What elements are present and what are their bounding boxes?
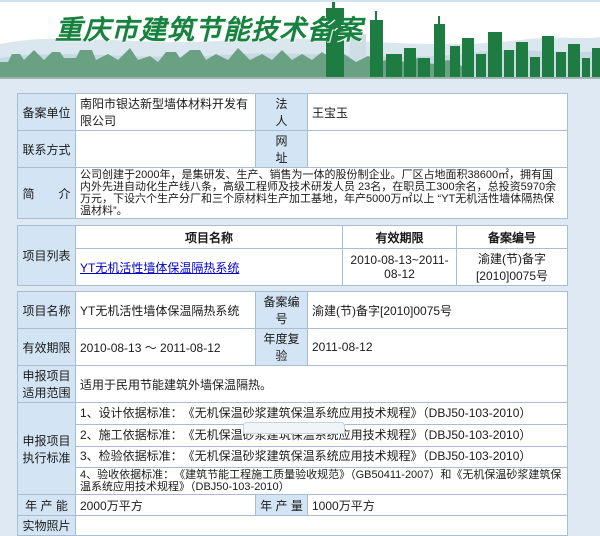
- page-title: 重庆市建筑节能技术备案: [55, 8, 363, 47]
- website-value: [308, 131, 568, 168]
- annual-capacity-label: 年 产 能: [18, 495, 76, 516]
- table-row: 项目列表 项目名称 有效期限 备案编号: [18, 226, 568, 249]
- contact-label: 联系方式: [18, 131, 76, 168]
- standard-text: 4、验收依据标准： 《建筑节能工程施工质量验收规范》（GB50411-2007）…: [80, 469, 563, 493]
- intro-value: 公司创建于2000年，是集研发、生产、销售为一体的股份制企业。厂区占地面积386…: [76, 168, 568, 219]
- page-banner: 重庆市建筑节能技术备案: [0, 0, 600, 77]
- project-name-value: YT无机活性墙体保温隔热系统: [76, 292, 256, 329]
- project-detail-table: 项目名称 YT无机活性墙体保温隔热系统 备案编号 渝建(节)备字[2010]00…: [17, 291, 568, 536]
- table-row: 实物照片: [18, 516, 568, 536]
- table-row: 联系方式 网 址: [18, 131, 568, 168]
- table-row: YT无机活性墙体保温隔热系统 2010-08-13~2011-08-12 渝建(…: [18, 249, 568, 286]
- filing-record: 备案单位 南阳市银达新型墙体材料开发有限公司 法 人 王宝玉 联系方式 网 址 …: [17, 93, 567, 536]
- company-info-table: 备案单位 南阳市银达新型墙体材料开发有限公司 法 人 王宝玉 联系方式 网 址 …: [17, 93, 568, 219]
- project-list-table: 项目列表 项目名称 有效期限 备案编号 YT无机活性墙体保温隔热系统 2010-…: [17, 225, 568, 286]
- photo-value: [76, 516, 568, 536]
- project-period-cell: 2010-08-13~2011-08-12: [343, 249, 457, 286]
- scope-value: 适用于民用节能建筑外墙保温隔热。: [76, 366, 568, 403]
- annual-output-value: 1000万平方: [308, 495, 568, 516]
- annual-review-value: 2011-08-12: [308, 329, 568, 366]
- photo-label: 实物照片: [18, 516, 76, 536]
- bottom-button-sliver[interactable]: [243, 422, 345, 434]
- column-header-period: 有效期限: [343, 226, 457, 249]
- project-list-label: 项目列表: [18, 226, 76, 286]
- contact-value: [76, 131, 256, 168]
- standard-item-4: 4、验收依据标准： 《建筑节能工程施工质量验收规范》（GB50411-2007）…: [76, 468, 568, 495]
- filing-unit-value: 南阳市银达新型墙体材料开发有限公司: [76, 94, 256, 131]
- annual-output-label: 年 产 量: [256, 495, 308, 516]
- valid-period-value: 2010-08-13 ～ 2011-08-12: [76, 329, 256, 366]
- valid-period-label: 有效期限: [18, 329, 76, 366]
- standards-label: 申报项目执行标准: [18, 403, 76, 495]
- table-row: 有效期限 2010-08-13 ～ 2011-08-12 年度复验 2011-0…: [18, 329, 568, 366]
- legal-person-label: 法 人: [256, 94, 308, 131]
- project-number-cell: 渝建(节)备字[2010]0075号: [457, 249, 568, 286]
- table-row: 3、检验依据标准： 《无机保温砂浆建筑保温系统应用技术规程》（DBJ50-103…: [18, 447, 568, 468]
- filing-unit-label: 备案单位: [18, 94, 76, 131]
- record-number-label: 备案编号: [256, 292, 308, 329]
- table-row: 4、验收依据标准： 《建筑节能工程施工质量验收规范》（GB50411-2007）…: [18, 468, 568, 495]
- project-name-label: 项目名称: [18, 292, 76, 329]
- annual-review-label: 年度复验: [256, 329, 308, 366]
- intro-label: 简 介: [18, 168, 76, 219]
- standard-text: 3、检验依据标准： 《无机保温砂浆建筑保温系统应用技术规程》（DBJ50-103…: [80, 449, 563, 465]
- table-row: 年 产 能 2000万平方 年 产 量 1000万平方: [18, 495, 568, 516]
- column-header-name: 项目名称: [76, 226, 343, 249]
- record-number-value: 渝建(节)备字[2010]0075号: [308, 292, 568, 329]
- table-row: 项目名称 YT无机活性墙体保温隔热系统 备案编号 渝建(节)备字[2010]00…: [18, 292, 568, 329]
- website-label: 网 址: [256, 131, 308, 168]
- project-name-link[interactable]: YT无机活性墙体保温隔热系统: [80, 261, 239, 275]
- column-header-number: 备案编号: [457, 226, 568, 249]
- scope-label: 申报项目适用范围: [18, 366, 76, 403]
- project-link-cell: YT无机活性墙体保温隔热系统: [76, 249, 343, 286]
- annual-capacity-value: 2000万平方: [76, 495, 256, 516]
- table-row: 备案单位 南阳市银达新型墙体材料开发有限公司 法 人 王宝玉: [18, 94, 568, 131]
- table-row: 简 介 公司创建于2000年，是集研发、生产、销售为一体的股份制企业。厂区占地面…: [18, 168, 568, 219]
- intro-text: 公司创建于2000年，是集研发、生产、销售为一体的股份制企业。厂区占地面积386…: [80, 169, 563, 217]
- standard-item-3: 3、检验依据标准： 《无机保温砂浆建筑保温系统应用技术规程》（DBJ50-103…: [76, 447, 568, 468]
- table-row: 申报项目适用范围 适用于民用节能建筑外墙保温隔热。: [18, 366, 568, 403]
- standard-text: 1、设计依据标准： 《无机保温砂浆建筑保温系统应用技术规程》（DBJ50-103…: [80, 406, 563, 422]
- legal-person-value: 王宝玉: [308, 94, 568, 131]
